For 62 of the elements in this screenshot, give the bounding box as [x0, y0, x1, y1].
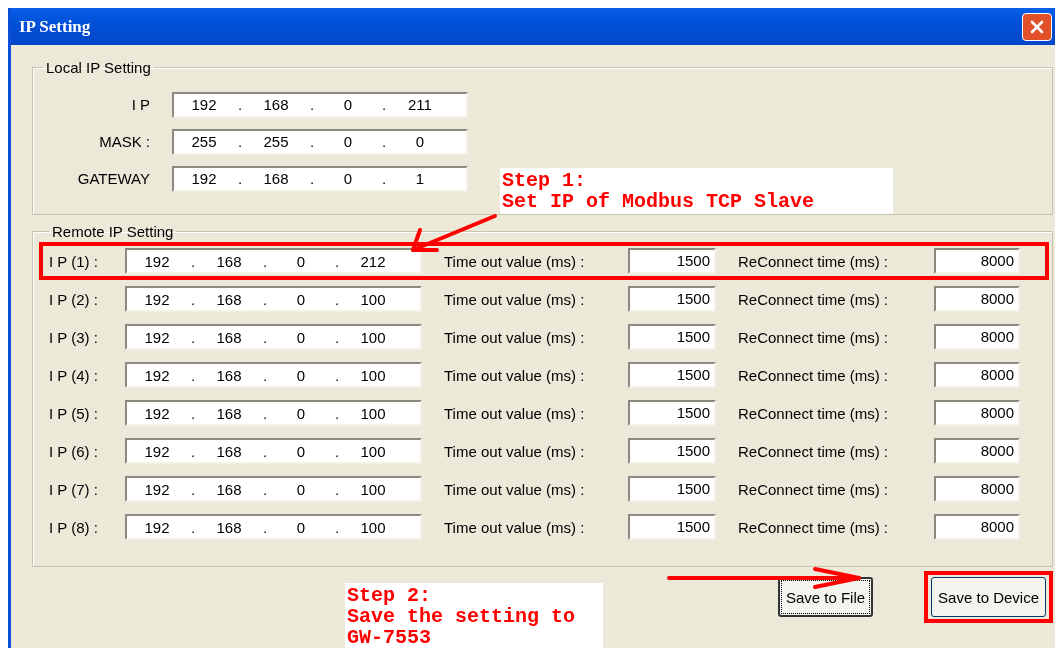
timeout-field[interactable]: 1500	[628, 514, 716, 540]
field-label: Time out value (ms) :	[444, 442, 586, 460]
ip-address-field[interactable]: 192 . 168 . 0 . 100	[125, 324, 422, 350]
timeout-field[interactable]: 1500	[628, 324, 716, 350]
reconnect-field[interactable]: 8000	[934, 438, 1020, 464]
reconnect-field[interactable]: 8000	[934, 476, 1020, 502]
reconnect-field[interactable]: 8000	[934, 286, 1020, 312]
field-label: I P (1) :	[49, 252, 99, 270]
field-label: ReConnect time (ms) :	[738, 328, 890, 346]
field-label: ReConnect time (ms) :	[738, 518, 890, 536]
field-label: I P (8) :	[49, 518, 99, 536]
ip-address-field[interactable]: 192 . 168 . 0 . 211	[172, 91, 468, 118]
timeout-field[interactable]: 1500	[628, 286, 716, 312]
ip-address-field[interactable]: 192 . 168 . 0 . 100	[125, 476, 422, 502]
window-title: IP Setting	[19, 16, 91, 37]
ip-address-field[interactable]: 192 . 168 . 0 . 100	[125, 400, 422, 426]
field-label: ReConnect time (ms) :	[738, 442, 890, 460]
timeout-field[interactable]: 1500	[628, 476, 716, 502]
field-label: I P (2) :	[49, 290, 99, 308]
timeout-field[interactable]: 1500	[628, 400, 716, 426]
field-label: ReConnect time (ms) :	[738, 290, 890, 308]
close-button[interactable]	[1022, 12, 1052, 41]
ip-address-field[interactable]: 192 . 168 . 0 . 100	[125, 362, 422, 388]
field-label: Time out value (ms) :	[444, 252, 586, 270]
ip-address-field[interactable]: 192 . 168 . 0 . 212	[125, 248, 422, 274]
timeout-field[interactable]: 1500	[628, 248, 716, 274]
field-label: I P (4) :	[49, 366, 99, 384]
field-label: I P (7) :	[49, 480, 99, 498]
reconnect-field[interactable]: 8000	[934, 248, 1020, 274]
field-label: Time out value (ms) :	[444, 480, 586, 498]
ip-address-field[interactable]: 192 . 168 . 0 . 100	[125, 286, 422, 312]
ip-address-field[interactable]: 255 . 255 . 0 . 0	[172, 128, 468, 155]
reconnect-field[interactable]: 8000	[934, 362, 1020, 388]
ip-address-field[interactable]: 192 . 168 . 0 . 1	[172, 165, 468, 192]
field-label: Time out value (ms) :	[444, 518, 586, 536]
close-icon	[1030, 19, 1044, 34]
group-title: Local IP Setting	[45, 59, 152, 76]
field-label: I P (6) :	[49, 442, 99, 460]
field-label: I P	[130, 96, 151, 113]
timeout-field[interactable]: 1500	[628, 438, 716, 464]
field-label: I P (5) :	[49, 404, 99, 422]
annotation-note: Step 1: Set IP of Modbus TCP Slave	[500, 168, 893, 214]
ip-address-field[interactable]: 192 . 168 . 0 . 100	[125, 438, 422, 464]
group-title: Remote IP Setting	[51, 223, 175, 240]
field-label: Time out value (ms) :	[444, 404, 586, 422]
field-label: ReConnect time (ms) :	[738, 366, 890, 384]
field-label: MASK :	[98, 133, 151, 150]
field-label: ReConnect time (ms) :	[738, 252, 890, 270]
field-label: GATEWAY	[76, 170, 151, 187]
reconnect-field[interactable]: 8000	[934, 514, 1020, 540]
field-label: Time out value (ms) :	[444, 366, 586, 384]
field-label: ReConnect time (ms) :	[738, 480, 890, 498]
save-button[interactable]: Save to Device	[931, 577, 1046, 617]
reconnect-field[interactable]: 8000	[934, 324, 1020, 350]
ip-address-field[interactable]: 192 . 168 . 0 . 100	[125, 514, 422, 540]
field-label: I P (3) :	[49, 328, 99, 346]
field-label: Time out value (ms) :	[444, 290, 586, 308]
reconnect-field[interactable]: 8000	[934, 400, 1020, 426]
timeout-field[interactable]: 1500	[628, 362, 716, 388]
field-label: Time out value (ms) :	[444, 328, 586, 346]
annotation-note: Step 2: Save the setting to GW-7553	[345, 583, 603, 648]
field-label: ReConnect time (ms) :	[738, 404, 890, 422]
